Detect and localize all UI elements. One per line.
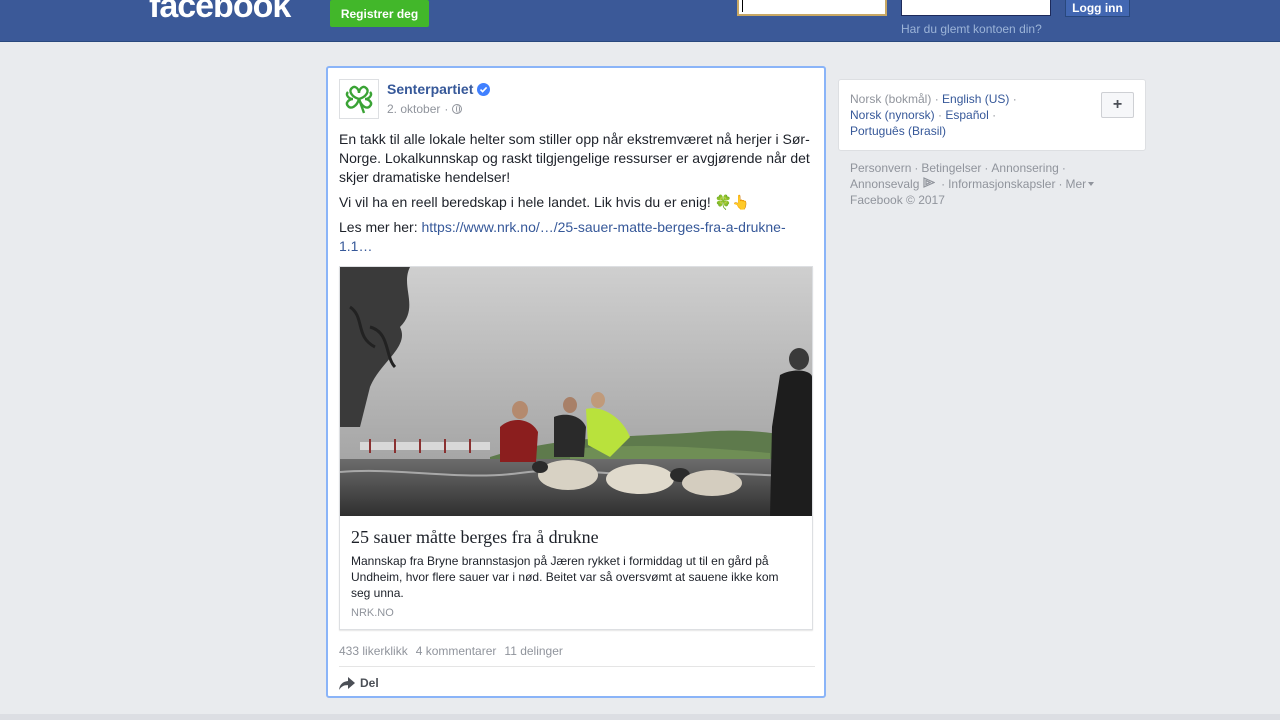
language-separator: · <box>938 108 943 122</box>
link-preview-card[interactable]: 25 sauer måtte berges fra å drukne Manns… <box>339 266 813 630</box>
language-spanish-link[interactable]: Español <box>945 108 988 122</box>
footer-separator: · <box>984 161 989 175</box>
globe-icon[interactable] <box>452 104 463 114</box>
article-title[interactable]: 25 sauer måtte berges fra å drukne <box>351 526 801 548</box>
post-paragraph: En takk til alle lokale helter som still… <box>339 131 810 185</box>
text-caret <box>742 0 743 12</box>
top-bar: facebook Registrer deg Logg inn Har du g… <box>0 0 1280 42</box>
post-body: En takk til alle lokale helter som still… <box>339 130 813 262</box>
stats-divider <box>339 666 815 667</box>
footer-adchoices-link[interactable]: Annonsevalg <box>850 177 938 191</box>
language-selector-box: Norsk (bokmål) · English (US) · Norsk (n… <box>838 79 1146 151</box>
footer-separator: · <box>914 161 919 175</box>
article-photo[interactable] <box>340 267 812 516</box>
footer-ads-link[interactable]: Annonsering <box>991 161 1058 175</box>
post-card: Senterpartiet 2. oktober · En takk til a… <box>326 66 826 698</box>
post-paragraph: Vi vil ha en reell beredskap i hele land… <box>339 194 750 210</box>
likes-count[interactable]: 433 likerklikk <box>339 644 408 658</box>
language-list: Norsk (bokmål) · English (US) · Norsk (n… <box>850 91 1030 139</box>
language-separator: · <box>934 92 939 106</box>
footer-separator: · <box>941 177 946 191</box>
post-meta: 2. oktober · <box>387 102 463 116</box>
post-stats: 433 likerklikk 4 kommentarer 11 delinger <box>339 644 563 658</box>
share-label: Del <box>360 676 379 690</box>
clover-logo-icon <box>345 85 373 114</box>
caret-down-icon <box>1088 182 1095 186</box>
facebook-logo[interactable]: facebook <box>149 0 291 26</box>
language-nynorsk-link[interactable]: Norsk (nynorsk) <box>850 108 935 122</box>
comments-count[interactable]: 4 kommentarer <box>416 644 497 658</box>
footer-copyright: Facebook © 2017 <box>850 193 945 207</box>
read-more-line: Les mer her: https://www.nrk.no/…/25-sau… <box>339 218 813 256</box>
password-field[interactable] <box>901 0 1051 16</box>
page-name-link[interactable]: Senterpartiet <box>387 81 491 97</box>
article-description: Mannskap fra Bryne brannstasjon på Jæren… <box>351 554 779 600</box>
link-preview-body: 25 sauer måtte berges fra å drukne Manns… <box>340 516 812 629</box>
footer-cookies-link[interactable]: Informasjonskapsler <box>948 177 1055 191</box>
footer-terms-link[interactable]: Betingelser <box>921 161 981 175</box>
page-name: Senterpartiet <box>387 81 474 97</box>
share-button[interactable]: Del <box>339 676 379 690</box>
login-button[interactable]: Logg inn <box>1065 0 1130 17</box>
footer-more-label: Mer <box>1065 177 1087 191</box>
footer-separator: · <box>1058 177 1063 191</box>
email-field[interactable] <box>737 0 887 16</box>
language-current: Norsk (bokmål) <box>850 92 932 106</box>
language-portuguese-link[interactable]: Português (Brasil) <box>850 124 946 138</box>
post-date[interactable]: 2. oktober <box>387 102 440 116</box>
language-english-link[interactable]: English (US) <box>942 92 1009 106</box>
footer-links: Personvern · Betingelser · Annonsering · Anno… <box>850 160 1140 208</box>
language-separator: · <box>992 108 997 122</box>
shares-count[interactable]: 11 delinger <box>504 644 563 658</box>
footer-separator: · <box>1061 161 1066 175</box>
footer-privacy-link[interactable]: Personvern <box>850 161 911 175</box>
footer-more-link[interactable]: Mer <box>1065 177 1095 191</box>
language-separator: · <box>1012 92 1017 106</box>
verified-badge-icon <box>477 82 491 96</box>
adchoices-icon <box>923 177 936 188</box>
footer-adchoices-label: Annonsevalg <box>850 177 920 191</box>
bottom-edge <box>0 714 1280 720</box>
page-avatar[interactable] <box>339 79 379 119</box>
forgot-account-link[interactable]: Har du glemt kontoen din? <box>901 22 1042 36</box>
register-button[interactable]: Registrer deg <box>330 0 429 27</box>
more-languages-button[interactable]: + <box>1101 92 1134 118</box>
read-more-prefix: Les mer her: <box>339 219 422 235</box>
share-arrow-icon <box>339 676 355 690</box>
article-domain: NRK.NO <box>351 607 394 619</box>
meta-separator: · <box>444 102 449 116</box>
